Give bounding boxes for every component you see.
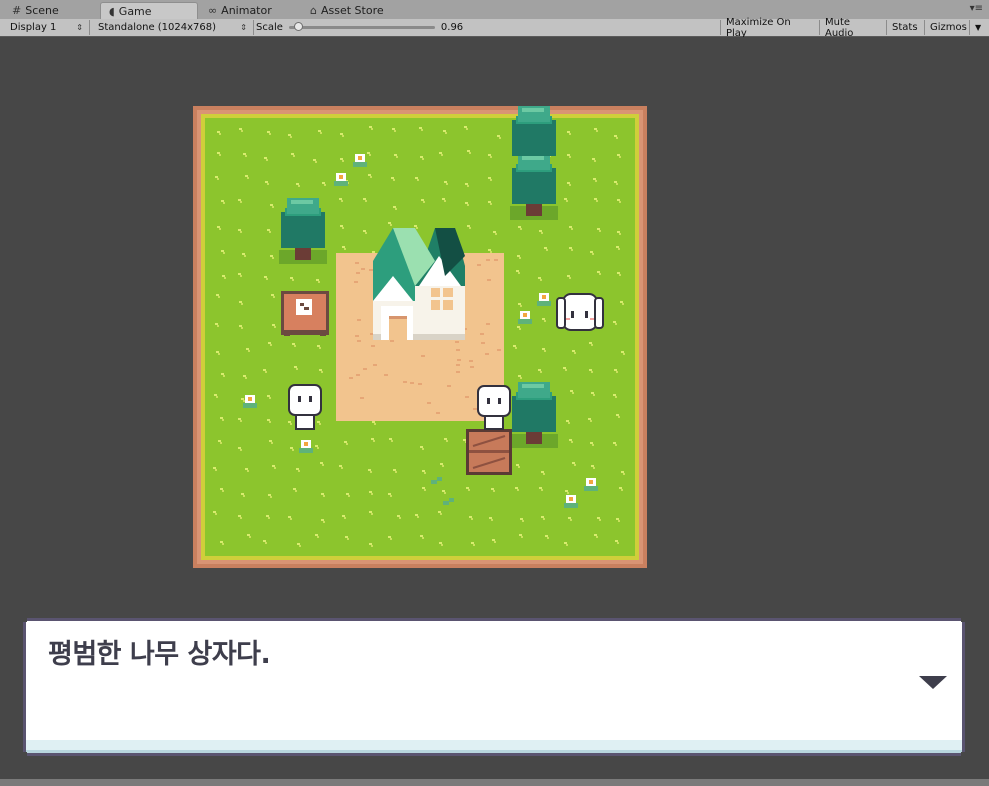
scale-control: Scale 0.96	[256, 20, 463, 35]
gizmos-label: Gizmos	[930, 22, 967, 33]
resolution-dropdown[interactable]: Standalone (1024x768) ⇕	[92, 20, 254, 35]
resolution-value: Standalone (1024x768)	[98, 22, 217, 33]
scale-slider-thumb[interactable]	[294, 22, 304, 31]
flower	[518, 311, 532, 324]
updown-arrow-icon: ⇕	[240, 23, 247, 32]
gizmos-dropdown[interactable]: ▼	[969, 20, 989, 35]
panel-menu-icon[interactable]: ▾≡	[970, 3, 983, 14]
mute-audio-label: Mute Audio	[825, 16, 854, 39]
wooden-crate	[466, 429, 512, 475]
animator-icon: ∞	[208, 4, 218, 17]
tab-asset-store-label: Asset Store	[320, 4, 384, 17]
white-character-with-hair	[556, 293, 604, 331]
chevron-down-icon: ▼	[975, 23, 982, 32]
signboard	[281, 291, 329, 336]
maximize-on-play-label: Maximize On Play	[726, 16, 791, 39]
scale-label: Scale	[256, 22, 283, 33]
tab-animator[interactable]: ∞ Animator	[200, 2, 298, 19]
bottom-status-bar	[0, 779, 989, 786]
game-map	[193, 106, 647, 568]
scale-slider[interactable]	[288, 22, 435, 31]
tab-game-label: Game	[118, 4, 152, 18]
store-icon: ⌂	[310, 4, 317, 17]
flower	[564, 495, 578, 508]
display-value: Display 1	[10, 22, 57, 33]
grid-icon: #	[12, 4, 22, 17]
house	[373, 228, 465, 340]
scale-value: 0.96	[440, 22, 464, 33]
maximize-on-play-button[interactable]: Maximize On Play	[720, 17, 819, 39]
flower	[299, 440, 313, 453]
tab-animator-label: Animator	[221, 4, 272, 17]
dialog-text: 평범한 나무 상자다.	[48, 639, 271, 670]
next-arrow-icon[interactable]	[919, 676, 947, 689]
stats-button[interactable]: Stats	[886, 20, 924, 35]
tab-scene[interactable]: # Scene	[4, 2, 96, 19]
gizmos-button[interactable]: Gizmos	[924, 20, 969, 35]
flower	[334, 173, 348, 186]
flower	[584, 478, 598, 491]
mute-audio-button[interactable]: Mute Audio	[819, 17, 886, 39]
tab-asset-store[interactable]: ⌂ Asset Store	[302, 2, 402, 19]
tab-game[interactable]: ◖ Game	[100, 2, 198, 19]
updown-arrow-icon: ⇕	[76, 23, 83, 32]
flower	[243, 395, 257, 408]
flower	[353, 154, 367, 167]
game-toolbar: Display 1 ⇕ Standalone (1024x768) ⇕ Scal…	[0, 17, 989, 39]
flower	[537, 293, 551, 306]
tab-scene-label: Scene	[25, 4, 59, 17]
display-dropdown[interactable]: Display 1 ⇕	[4, 20, 90, 35]
stats-label: Stats	[892, 22, 918, 33]
pacman-icon: ◖	[109, 4, 115, 18]
